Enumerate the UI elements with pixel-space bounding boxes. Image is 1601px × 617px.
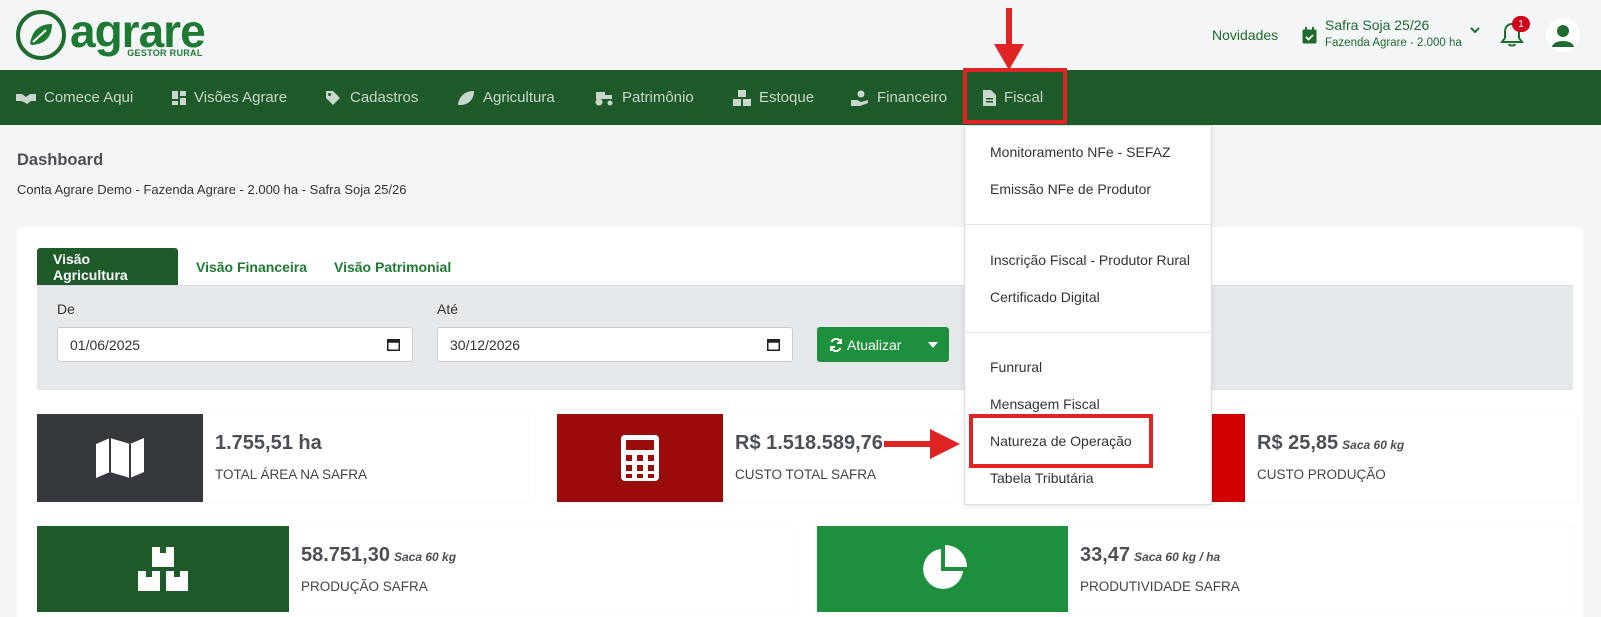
calendar-icon[interactable] xyxy=(387,338,400,351)
stat-unit: Saca 60 kg xyxy=(1342,438,1405,452)
date-from-label: De xyxy=(57,301,75,317)
stat-label: TOTAL ÁREA NA SAFRA xyxy=(215,467,368,482)
atualizar-label: Atualizar xyxy=(847,336,902,353)
nav-item-estoque[interactable]: Estoque xyxy=(733,70,814,125)
nav-label: Patrimônio xyxy=(622,89,694,106)
boxes-icon xyxy=(138,547,188,591)
nav-label: Visões Agrare xyxy=(194,89,288,106)
pie-chart-icon xyxy=(922,545,967,589)
menu-item-emissao-nfe[interactable]: Emissão NFe de Produtor xyxy=(990,181,1151,197)
chevron-down-icon[interactable] xyxy=(1470,26,1480,34)
nav-label: Cadastros xyxy=(350,89,419,106)
nav-item-cadastros[interactable]: Cadastros xyxy=(326,70,418,125)
boxes-icon xyxy=(733,89,751,106)
nav-item-agricultura[interactable]: Agricultura xyxy=(457,70,555,125)
stat-icon-box xyxy=(37,526,289,612)
user-avatar[interactable] xyxy=(1546,18,1580,52)
stat-value: 58.751,30 xyxy=(301,544,390,566)
leaf-icon xyxy=(458,90,474,105)
stat-label: CUSTO PRODUÇÃO xyxy=(1257,467,1386,482)
annotation-arrow-right xyxy=(884,429,960,459)
tractor-icon xyxy=(595,91,613,105)
nav-item-patrimonio[interactable]: Patrimônio xyxy=(594,70,694,125)
stat-value: R$ 1.518.589,76 xyxy=(735,432,883,454)
safra-farm: Fazenda Agrare - 2.000 ha xyxy=(1325,37,1462,49)
calculator-icon xyxy=(621,435,659,481)
menu-divider xyxy=(965,224,1211,225)
stat-value: 33,47 xyxy=(1080,544,1131,566)
stat-label: PRODUTIVIDADE SAFRA xyxy=(1080,579,1240,594)
stat-total-area: 1.755,51 ha TOTAL ÁREA NA SAFRA xyxy=(37,414,534,502)
grid-icon xyxy=(172,90,186,105)
nav-label: Agricultura xyxy=(483,89,555,106)
annotation-highlight-natureza xyxy=(969,414,1153,468)
stat-icon-box xyxy=(37,414,203,502)
date-from-value: 01/06/2025 xyxy=(70,336,141,353)
stat-custo-producao: R$ 25,85 Saca 60 kg CUSTO PRODUÇÃO xyxy=(1212,414,1577,502)
nav-item-visoes-agrare[interactable]: Visões Agrare xyxy=(172,70,287,125)
logo-tagline: GESTOR RURAL xyxy=(127,48,203,58)
safra-title: Safra Soja 25/26 xyxy=(1325,17,1430,33)
stat-producao-safra: 58.751,30 Saca 60 kg PRODUÇÃO SAFRA xyxy=(37,526,795,612)
menu-item-certificado-digital[interactable]: Certificado Digital xyxy=(990,289,1100,305)
menu-item-mensagem-fiscal[interactable]: Mensagem Fiscal xyxy=(990,396,1100,412)
top-header: agrare GESTOR RURAL Novidades Safra Soja… xyxy=(0,0,1601,70)
date-to-label: Até xyxy=(437,301,459,317)
annotation-highlight-fiscal xyxy=(963,68,1067,124)
nav-label: Financeiro xyxy=(877,89,948,106)
date-from-input[interactable]: 01/06/2025 xyxy=(57,327,413,362)
stat-icon-box xyxy=(557,414,723,502)
menu-item-funrural[interactable]: Funrural xyxy=(990,359,1042,375)
calendar-icon[interactable] xyxy=(767,338,780,351)
novidades-link[interactable]: Novidades xyxy=(1212,27,1278,43)
menu-item-tabela-tributaria[interactable]: Tabela Tributária xyxy=(990,470,1094,486)
stat-label: PRODUÇÃO SAFRA xyxy=(301,579,428,594)
menu-item-inscricao-fiscal[interactable]: Inscrição Fiscal - Produtor Rural xyxy=(990,252,1190,268)
notification-badge: 1 xyxy=(1512,16,1530,32)
logo-wordmark: agrare xyxy=(70,5,206,57)
refresh-icon xyxy=(830,337,842,352)
tab-visao-agricultura[interactable]: Visão Agricultura xyxy=(37,248,178,285)
date-to-value: 30/12/2026 xyxy=(450,336,521,353)
caret-down-icon xyxy=(928,341,938,348)
stat-value: 1.755,51 ha xyxy=(215,432,322,454)
calendar-check-icon xyxy=(1302,27,1317,44)
nav-item-financeiro[interactable]: Financeiro xyxy=(851,70,947,125)
stat-label: CUSTO TOTAL SAFRA xyxy=(735,467,877,482)
hand-money-icon xyxy=(851,90,868,106)
safra-selector[interactable]: Safra Soja 25/26 Fazenda Agrare - 2.000 … xyxy=(1302,17,1462,49)
agrare-logo[interactable]: agrare GESTOR RURAL xyxy=(16,5,206,60)
stat-unit: Saca 60 kg / ha xyxy=(1134,550,1221,564)
atualizar-dropdown-toggle[interactable] xyxy=(917,341,949,348)
map-icon xyxy=(96,438,144,478)
nav-label: Estoque xyxy=(759,89,815,106)
stat-value: R$ 25,85 xyxy=(1257,432,1339,454)
tags-icon xyxy=(326,90,340,105)
stat-unit: Saca 60 kg xyxy=(393,550,457,564)
date-to-input[interactable]: 30/12/2026 xyxy=(437,327,793,362)
atualizar-button[interactable]: Atualizar xyxy=(817,327,949,362)
stat-produtividade-safra: 33,47 Saca 60 kg / ha PRODUTIVIDADE SAFRA xyxy=(817,526,1573,612)
handshake-icon xyxy=(16,93,36,104)
page-title: Dashboard xyxy=(17,151,104,169)
user-icon xyxy=(1552,25,1574,47)
nav-item-comece-aqui[interactable]: Comece Aqui xyxy=(16,70,133,125)
menu-divider xyxy=(965,332,1211,333)
menu-item-monitoramento-nfe[interactable]: Monitoramento NFe - SEFAZ xyxy=(990,144,1171,160)
stat-icon-box xyxy=(1212,414,1245,502)
tab-visao-patrimonial[interactable]: Visão Patrimonial xyxy=(334,248,451,285)
main-nav: Comece Aqui Visões Agrare Cadastros Agri… xyxy=(0,70,1601,125)
nav-label: Comece Aqui xyxy=(44,89,134,106)
logo-leaf-icon xyxy=(16,10,66,60)
tab-visao-financeira[interactable]: Visão Financeira xyxy=(196,248,307,285)
stat-icon-box xyxy=(817,526,1068,612)
page-subtitle: Conta Agrare Demo - Fazenda Agrare - 2.0… xyxy=(17,182,407,197)
annotation-arrow-down xyxy=(994,8,1024,70)
